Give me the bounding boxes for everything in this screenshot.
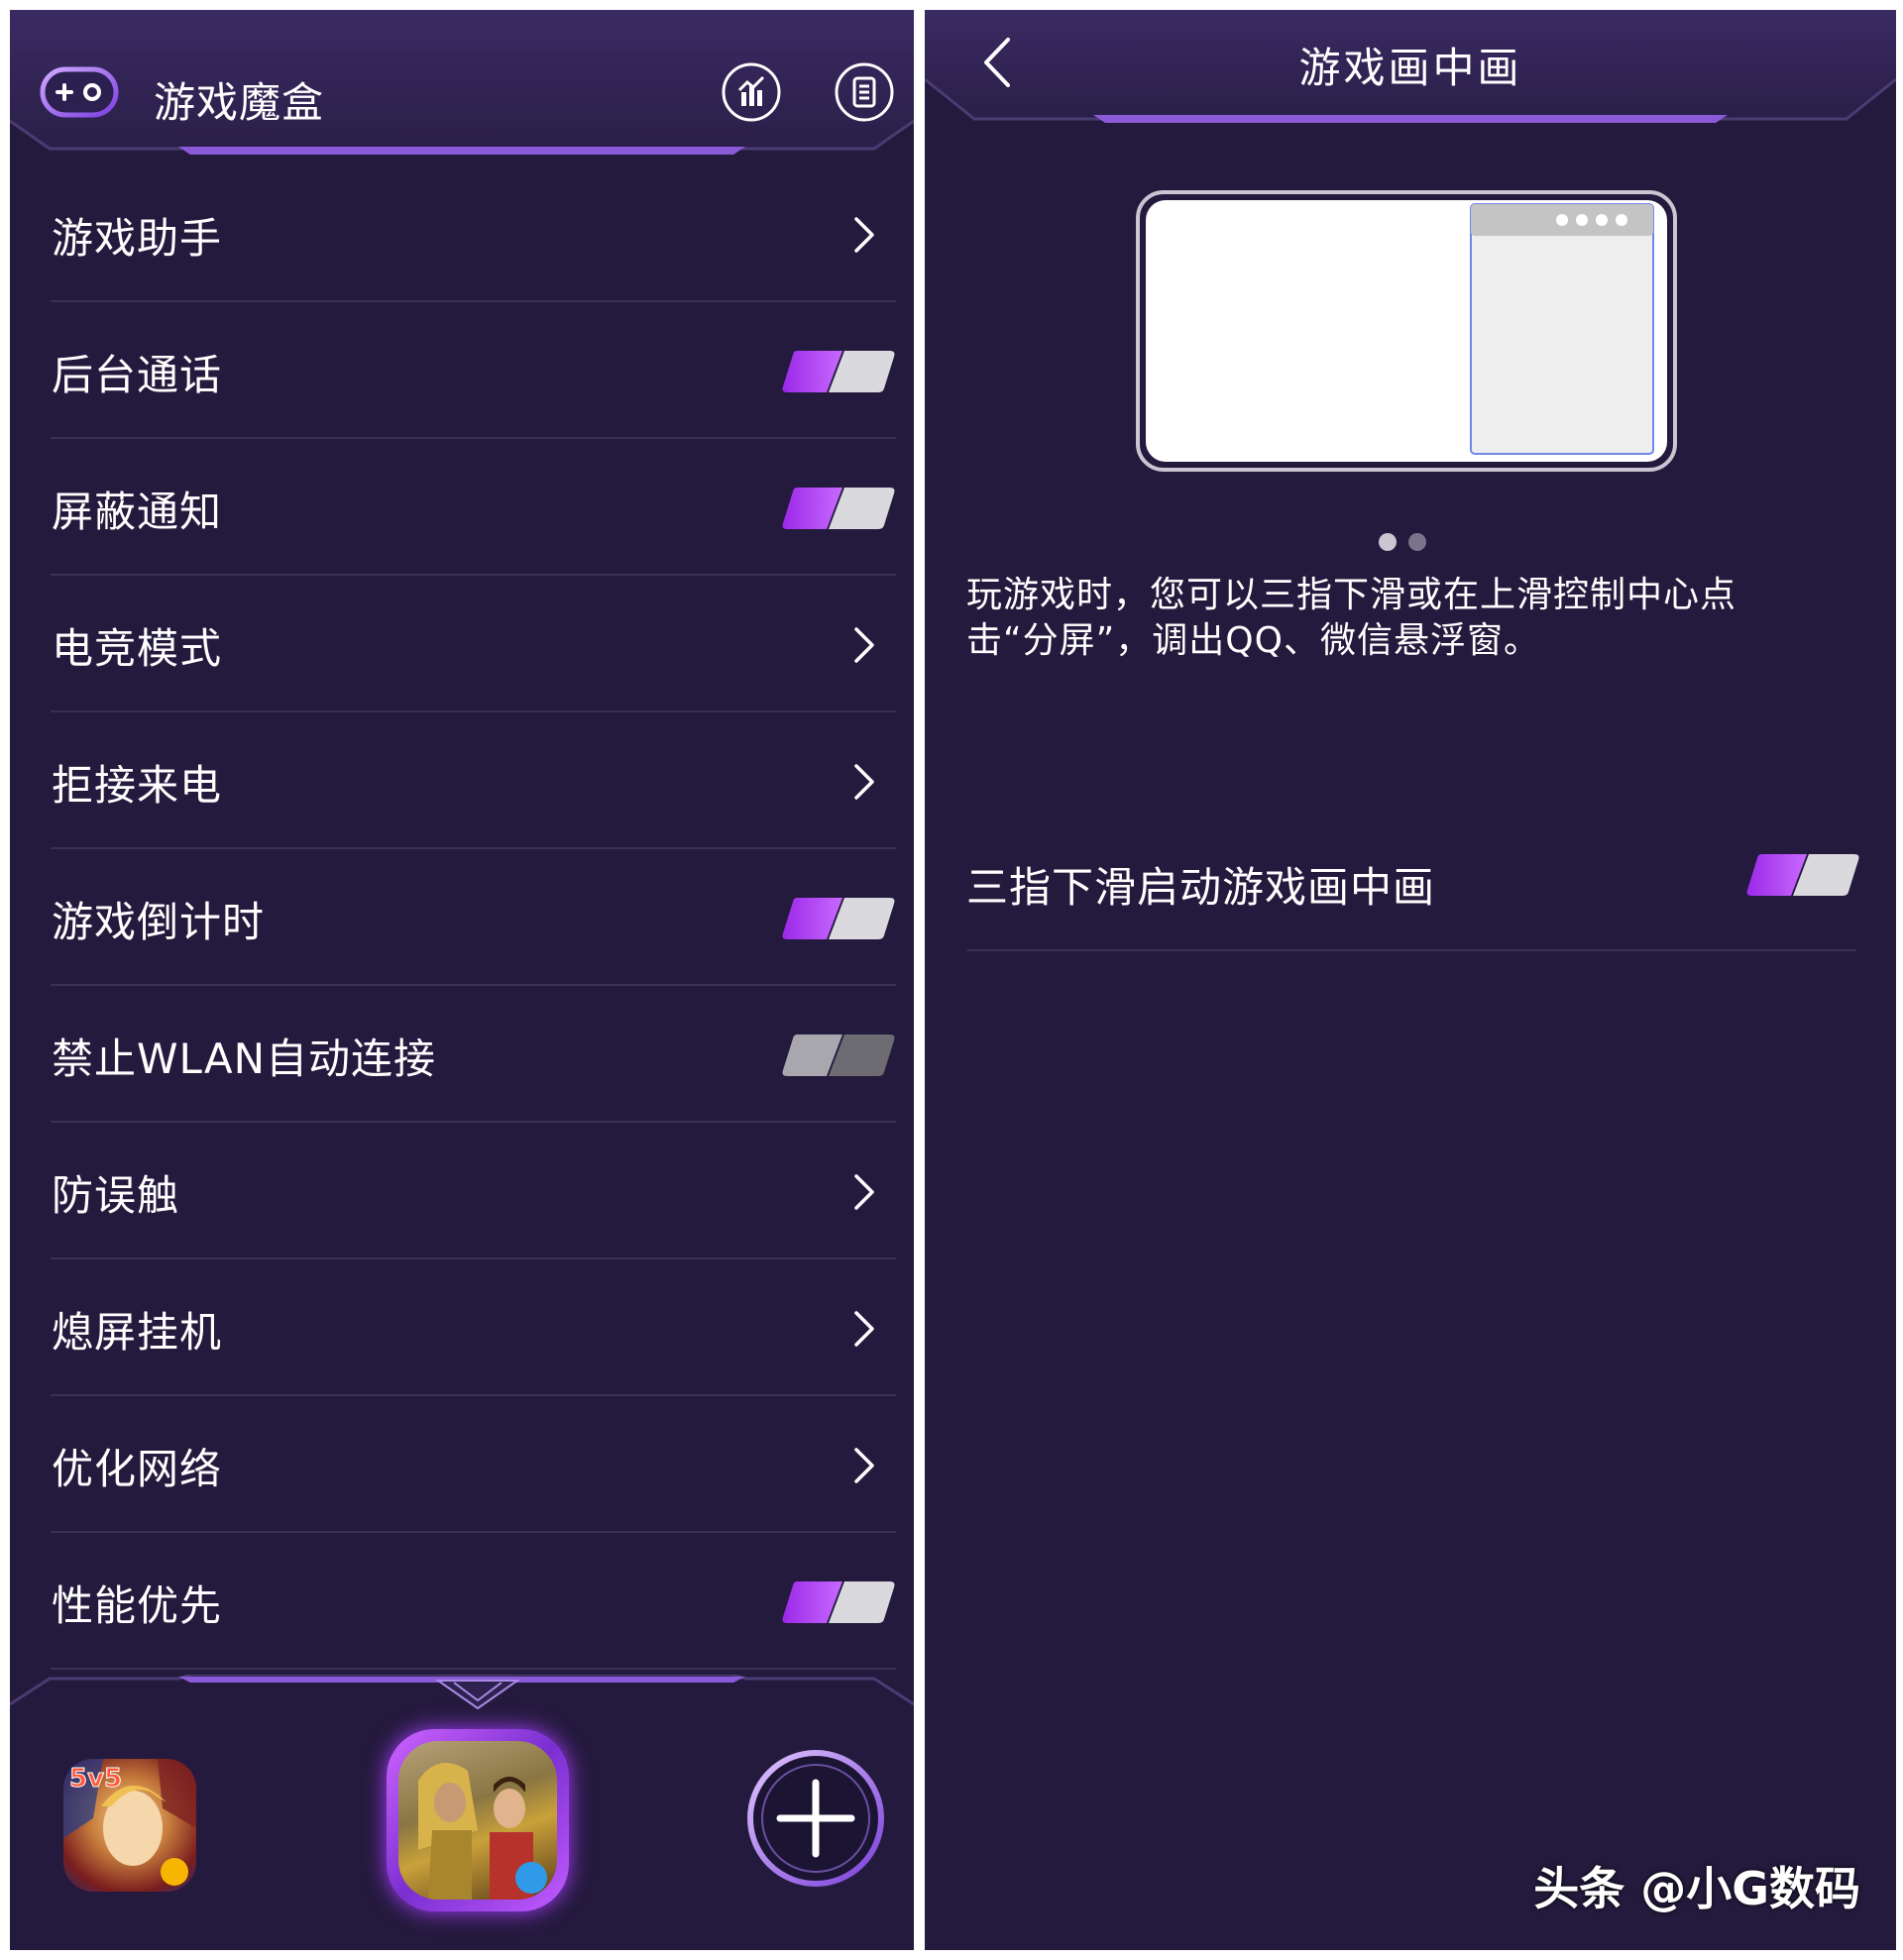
setting-label: 三指下滑启动游戏画中画 bbox=[966, 863, 1436, 912]
menu-item-label: 禁止WLAN自动连接 bbox=[52, 1034, 437, 1083]
divider bbox=[51, 1668, 896, 1670]
watermark: 头条 @小G数码 bbox=[1533, 1862, 1860, 1915]
picture-in-picture-panel: 游戏画中画 玩游戏时，您可以三指下滑或在上滑控制中心点击“分屏”，调出QQ、微信… bbox=[925, 10, 1896, 1950]
menu-item[interactable]: 游戏倒计时 bbox=[10, 849, 914, 986]
menu-item-label: 电竞模式 bbox=[52, 624, 223, 673]
toggle-switch-on[interactable] bbox=[781, 898, 896, 939]
menu-item-label: 防误触 bbox=[52, 1171, 180, 1220]
menu-item-label: 熄屏挂机 bbox=[52, 1308, 223, 1357]
divider bbox=[966, 949, 1856, 951]
chevron-right-icon bbox=[854, 1311, 874, 1347]
menu-item-label: 屏蔽通知 bbox=[52, 488, 223, 536]
toggle-switch-on[interactable] bbox=[1745, 854, 1860, 896]
carousel-dot[interactable] bbox=[1408, 533, 1426, 551]
menu-item[interactable]: 电竞模式 bbox=[10, 576, 914, 712]
menu-item-label: 后台通话 bbox=[52, 351, 223, 399]
gamepad-icon bbox=[40, 66, 119, 118]
plus-icon bbox=[747, 1750, 884, 1887]
page-title: 游戏画中画 bbox=[1298, 44, 1522, 92]
menu-item[interactable]: 优化网络 bbox=[10, 1396, 914, 1533]
battle-royale-game-icon[interactable] bbox=[398, 1741, 557, 1900]
menu-item[interactable]: 性能优先 bbox=[10, 1533, 914, 1670]
moba-game-icon[interactable]: 5v5 bbox=[63, 1759, 196, 1892]
menu-item-label: 优化网络 bbox=[52, 1445, 223, 1493]
menu-item[interactable]: 拒接来电 bbox=[10, 712, 914, 849]
toggle-switch-on[interactable] bbox=[781, 1581, 896, 1623]
feature-description: 玩游戏时，您可以三指下滑或在上滑控制中心点击“分屏”，调出QQ、微信悬浮窗。 bbox=[966, 575, 1737, 661]
menu-item[interactable]: 游戏助手 bbox=[10, 165, 914, 302]
settings-menu: 游戏助手后台通话屏蔽通知电竞模式拒接来电游戏倒计时禁止WLAN自动连接 防误触熄屏… bbox=[10, 165, 914, 1670]
performance-stats-icon[interactable] bbox=[721, 61, 782, 123]
menu-item[interactable]: 禁止WLAN自动连接 bbox=[10, 986, 914, 1123]
menu-item-label: 游戏助手 bbox=[52, 214, 223, 263]
dock-frame bbox=[10, 1675, 914, 1710]
chevron-right-icon bbox=[854, 764, 874, 800]
menu-item-label: 拒接来电 bbox=[52, 761, 223, 810]
chevron-right-icon bbox=[854, 1448, 874, 1483]
toggle-switch-on[interactable] bbox=[781, 488, 896, 529]
pip-illustration bbox=[1136, 190, 1677, 472]
menu-item[interactable]: 屏蔽通知 bbox=[10, 439, 914, 576]
toggle-switch-on[interactable] bbox=[781, 351, 896, 392]
carousel-dot-active[interactable] bbox=[1379, 533, 1397, 551]
chevron-right-icon bbox=[854, 627, 874, 663]
menu-item[interactable]: 后台通话 bbox=[10, 302, 914, 439]
three-finger-pip-setting[interactable]: 三指下滑启动游戏画中画 bbox=[925, 842, 1896, 951]
records-list-icon[interactable] bbox=[834, 61, 895, 123]
chevron-right-icon bbox=[854, 217, 874, 253]
menu-item-label: 性能优先 bbox=[52, 1581, 223, 1630]
carousel-indicator bbox=[1379, 533, 1438, 553]
page-title: 游戏魔盒 bbox=[154, 78, 325, 127]
menu-item-label: 游戏倒计时 bbox=[52, 898, 266, 946]
toggle-switch-off[interactable] bbox=[781, 1034, 896, 1076]
game-box-panel: 游戏魔盒 游戏助手后台通话屏蔽通知电竞模式拒接来电游戏倒计时禁止WLAN自动连接… bbox=[10, 10, 914, 1950]
menu-item[interactable]: 防误触 bbox=[10, 1123, 914, 1259]
menu-item[interactable]: 熄屏挂机 bbox=[10, 1259, 914, 1396]
pip-toggle-slot bbox=[1737, 854, 1896, 898]
add-game-button[interactable] bbox=[746, 1749, 885, 1888]
svg-text:5v5: 5v5 bbox=[69, 1764, 122, 1794]
chevron-right-icon bbox=[854, 1174, 874, 1210]
